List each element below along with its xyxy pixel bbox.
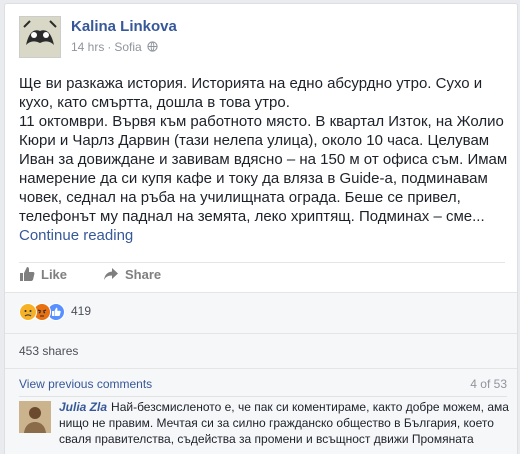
post-meta: 14 hrs · Sofia — [71, 40, 158, 54]
reactions-bar: 419 — [5, 292, 517, 333]
divider — [19, 262, 505, 263]
post-time[interactable]: 14 hrs — [71, 40, 104, 54]
author-avatar[interactable] — [19, 16, 61, 58]
comment-text: Най-безсмисленото е, че пак си коментира… — [59, 400, 509, 446]
shares-count[interactable]: 453 shares — [19, 344, 78, 358]
share-arrow-icon — [104, 268, 118, 280]
post-body: Ще ви разкажа история. Историята на едно… — [19, 74, 509, 245]
post-paragraph: 11 октомври. Вървя към работното място. … — [19, 113, 508, 225]
post-paragraph: Ще ви разкажа история. Историята на едно… — [19, 75, 483, 111]
commenter-name[interactable]: Julia Zla — [59, 400, 107, 414]
post-location[interactable]: Sofia — [114, 40, 141, 54]
meta-separator: · — [107, 40, 112, 54]
continue-reading-link[interactable]: Continue reading — [19, 227, 133, 244]
shares-bar: 453 shares — [5, 333, 517, 368]
author-name[interactable]: Kalina Linkova — [71, 18, 177, 35]
reaction-count[interactable]: 419 — [71, 304, 91, 318]
view-previous-comments-link[interactable]: View previous comments — [19, 377, 152, 391]
share-label: Share — [125, 267, 162, 282]
commenter-avatar[interactable] — [19, 401, 51, 433]
share-button[interactable]: Share — [103, 266, 161, 282]
comment-body: Julia Zla Най-безсмисленото е, че пак си … — [59, 399, 509, 447]
post-card: Kalina Linkova 14 hrs · Sofia Ще ви разкаж… — [4, 3, 518, 454]
like-label: Like — [41, 267, 68, 282]
like-button[interactable]: Like — [19, 266, 67, 282]
comments-section: View previous comments 4 of 53 Julia Zla… — [5, 368, 517, 454]
globe-icon — [147, 41, 158, 52]
divider — [19, 396, 507, 397]
thumbs-up-icon — [20, 267, 35, 281]
comment-count: 4 of 53 — [470, 377, 507, 391]
sad-icon — [19, 303, 37, 321]
